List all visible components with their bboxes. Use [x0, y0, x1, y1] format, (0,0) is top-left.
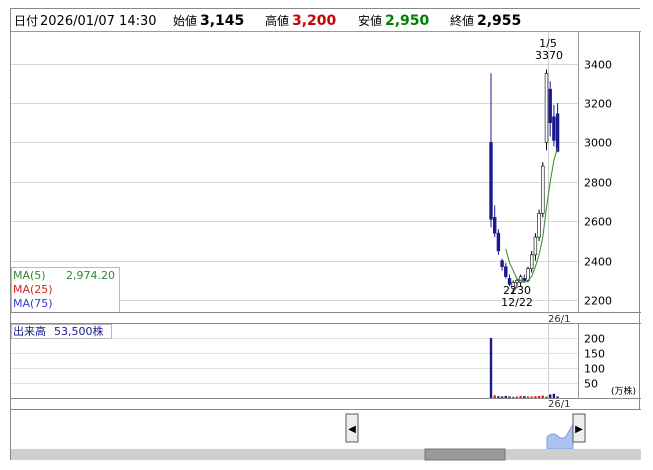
high-value-annotation: 3370 [535, 49, 563, 62]
volume-bar [512, 396, 515, 398]
candle-body [533, 236, 538, 256]
high-value: 3,200 [292, 13, 337, 29]
ma5-legend-label: MA(5) [13, 269, 46, 282]
volume-legend-label: 出来高 [13, 324, 46, 338]
volume-bar [526, 396, 530, 398]
close-value: 2,955 [477, 13, 521, 29]
ma75-legend-label: MA(75) [13, 297, 53, 310]
volume-axis-ticks: 50 100 150 200 [584, 333, 605, 391]
candle-body [544, 73, 549, 143]
candle-body [526, 268, 530, 281]
volume-bar [519, 395, 522, 398]
candle-body [515, 280, 519, 283]
volume-unit: (万株) [611, 385, 636, 397]
volume-bar [489, 338, 493, 398]
price-tick-label: 2600 [584, 216, 612, 229]
range-navigator[interactable]: ◀ ▶ [11, 410, 641, 461]
navigator-scrollbar-track[interactable] [11, 449, 641, 460]
volume-tick-label: 100 [584, 363, 605, 376]
volume-month-tick: 26/1 [548, 399, 570, 410]
open-label: 始値 [173, 13, 197, 28]
low-label: 安値 [358, 13, 382, 28]
price-axis-ticks: 2200 2400 2600 2800 3000 3200 3400 [584, 59, 612, 308]
volume-bar [534, 396, 537, 398]
volume-legend-value: 53,500株 [54, 324, 104, 338]
volume-tick-label: 200 [584, 333, 605, 346]
candle-body [504, 266, 508, 277]
price-panel: 2200240026002800300032003400 1/5 3370 22… [11, 32, 612, 313]
candle-body [552, 116, 556, 141]
volume-bar [493, 395, 496, 398]
volume-bar [541, 395, 544, 398]
volume-bar [545, 396, 548, 398]
candle-body [489, 142, 493, 220]
candle-body [492, 217, 497, 234]
volume-bar [497, 396, 500, 398]
volume-bar [504, 395, 507, 398]
volume-bar [549, 394, 552, 398]
stock-chart: 日付 2026/01/07 14:30 始値 3,145 高値 3,200 安値… [11, 9, 641, 461]
high-label: 高値 [265, 13, 289, 28]
left-arrow-icon: ◀ [348, 424, 356, 435]
ma25-legend-label: MA(25) [13, 283, 53, 296]
volume-bar [515, 396, 519, 398]
chart-frame: 日付 2026/01/07 14:30 始値 3,145 高値 3,200 安値… [10, 8, 641, 461]
volume-bar [523, 396, 526, 398]
volume-bar [537, 395, 541, 398]
volume-tick-label: 150 [584, 348, 605, 361]
price-grid [11, 64, 578, 301]
volume-bar [508, 396, 511, 398]
candle-body [555, 113, 560, 152]
low-date-annotation: 12/22 [501, 296, 533, 309]
candle-body [529, 254, 534, 269]
price-tick-label: 3000 [584, 137, 612, 150]
candle-body [496, 232, 501, 252]
candle-body [548, 88, 552, 124]
volume-bar [556, 396, 559, 398]
price-tick-label: 2800 [584, 177, 612, 190]
close-label: 終値 [450, 13, 474, 28]
price-tick-label: 2200 [584, 295, 612, 308]
candle-body [537, 213, 541, 238]
candle-body [500, 260, 504, 267]
volume-bar [530, 396, 533, 398]
volume-bar [500, 396, 504, 398]
volume-tick-label: 50 [584, 378, 598, 391]
right-arrow-icon: ▶ [575, 424, 583, 435]
price-tick-label: 2400 [584, 256, 612, 269]
open-value: 3,145 [200, 13, 244, 29]
volume-panel: 50 100 150 200 出来高 53,500株 (万株) [11, 324, 636, 398]
datetime-value: 2026/01/07 14:30 [40, 14, 157, 29]
ma5-legend-value: 2,974.20 [66, 269, 115, 282]
candle-body [541, 165, 545, 214]
candle-body [522, 278, 526, 281]
volume-grid [11, 338, 578, 384]
low-value: 2,950 [385, 13, 430, 29]
date-label: 日付 [14, 14, 38, 28]
volume-bar [552, 393, 556, 398]
navigator-scrollbar-thumb[interactable] [424, 448, 506, 461]
price-tick-label: 3200 [584, 98, 612, 111]
price-tick-label: 3400 [584, 59, 612, 72]
